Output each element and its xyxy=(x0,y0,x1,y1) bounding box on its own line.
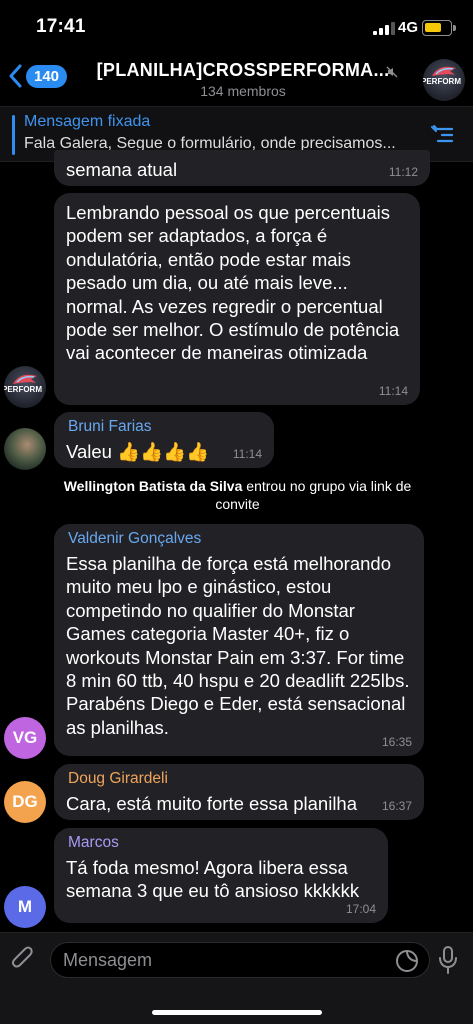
paperclip-icon[interactable] xyxy=(10,945,36,973)
message-bubble[interactable]: Valdenir Gonçalves Essa planilha de forç… xyxy=(54,524,424,756)
message-time: 11:14 xyxy=(232,447,262,461)
group-avatar[interactable]: PERFORM xyxy=(423,59,465,101)
chat-title: [PLANILHA]CROSSPERFORMA... xyxy=(96,60,390,80)
network-label: 4G xyxy=(398,19,419,36)
message-time: 16:35 xyxy=(381,735,412,749)
sender-name[interactable]: Bruni Farias xyxy=(68,418,152,436)
avatar-logo-text: PERFORM xyxy=(4,385,42,394)
pinned-title: Mensagem fixada xyxy=(24,113,151,130)
message-text: Essa planilha de força está melhorando m… xyxy=(66,553,410,738)
message-bubble[interactable]: Marcos Tá foda mesmo! Agora libera essa … xyxy=(54,828,388,923)
status-time: 17:41 xyxy=(36,16,86,37)
pinned-accent-bar xyxy=(12,115,15,155)
system-message: Wellington Batista da Silva entrou no gr… xyxy=(60,477,415,513)
message-text: Lembrando pessoal os que percentuais pod… xyxy=(66,202,400,364)
sticker-icon[interactable] xyxy=(395,949,419,973)
message-text: Tá foda mesmo! Agora libera essa semana … xyxy=(66,857,360,902)
message-text: Valeu 👍👍👍👍 xyxy=(66,441,210,462)
message-bubble[interactable]: semana atual 11:12 xyxy=(54,150,430,186)
message-input-bar xyxy=(0,932,473,1024)
chat-header: 140 [PLANILHA]CROSSPERFORMA... 134 membr… xyxy=(0,56,473,106)
mute-icon xyxy=(386,66,398,78)
pinned-list-icon[interactable] xyxy=(430,125,456,145)
system-user-name[interactable]: Wellington Batista da Silva xyxy=(64,478,243,494)
message-bubble[interactable]: Doug Girardeli Cara, está muito forte es… xyxy=(54,764,424,820)
message-time: 17:04 xyxy=(345,902,376,916)
home-indicator xyxy=(152,1010,322,1015)
avatar-logo-text: PERFORM xyxy=(423,77,461,86)
message-time: 11:12 xyxy=(388,165,418,179)
message-time: 11:14 xyxy=(378,384,408,398)
member-count: 134 membros xyxy=(200,83,286,99)
message-text: Cara, está muito forte essa planilha xyxy=(66,793,358,814)
system-text: entrou no grupo via link de convite xyxy=(215,478,412,512)
sender-avatar[interactable]: VG xyxy=(4,717,46,759)
sender-avatar[interactable]: DG xyxy=(4,781,46,823)
message-field[interactable] xyxy=(50,942,430,978)
chevron-left-icon xyxy=(9,64,22,88)
status-bar: 17:41 4G xyxy=(0,0,473,56)
chat-title-area[interactable]: [PLANILHA]CROSSPERFORMA... 134 membros xyxy=(88,60,398,99)
microphone-icon[interactable] xyxy=(437,945,459,975)
message-text: semana atual xyxy=(66,159,178,180)
message-input[interactable] xyxy=(63,943,383,977)
signal-icon xyxy=(373,22,395,35)
sender-avatar[interactable] xyxy=(4,428,46,470)
sender-name[interactable]: Valdenir Gonçalves xyxy=(68,530,201,548)
sender-name[interactable]: Marcos xyxy=(68,834,119,852)
sender-name[interactable]: Doug Girardeli xyxy=(68,770,168,788)
battery-icon xyxy=(422,20,456,36)
back-button[interactable]: 140 xyxy=(8,64,68,88)
unread-badge: 140 xyxy=(26,64,68,88)
sender-avatar[interactable]: PERFORM xyxy=(4,366,46,408)
message-time: 16:37 xyxy=(381,799,412,813)
message-bubble[interactable]: Bruni Farias Valeu 👍👍👍👍 11:14 xyxy=(54,412,274,468)
message-bubble[interactable]: Lembrando pessoal os que percentuais pod… xyxy=(54,193,420,405)
sender-avatar[interactable]: M xyxy=(4,886,46,928)
